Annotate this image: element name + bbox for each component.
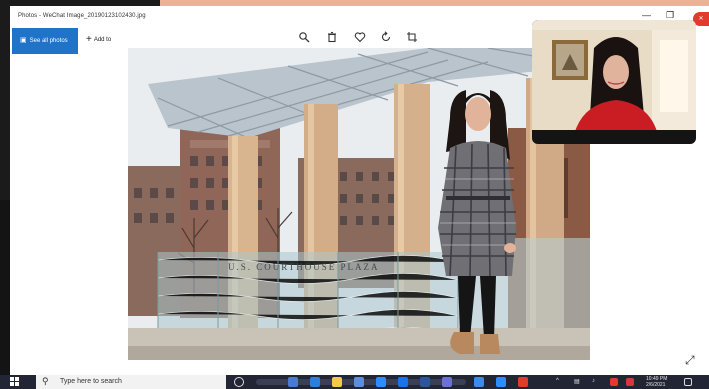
folder-icon[interactable] bbox=[332, 377, 342, 387]
favorite-icon[interactable] bbox=[352, 31, 368, 47]
webcam-video bbox=[532, 20, 696, 144]
search-placeholder: Type here to search bbox=[60, 378, 122, 385]
antivirus-icon[interactable] bbox=[610, 378, 618, 386]
taskbar: ⚲ Type here to search ^ ▤ ♪ 10:49 PM 2/6… bbox=[0, 375, 709, 389]
plaza-sign: U.S. COURTHOUSE PLAZA bbox=[228, 262, 379, 272]
rotate-icon[interactable] bbox=[378, 31, 394, 47]
word-icon[interactable] bbox=[420, 377, 430, 387]
window-title: Photos - WeChat Image_20190123102430.jpg bbox=[18, 13, 146, 19]
taskbar-search-box[interactable]: ⚲ Type here to search bbox=[36, 375, 226, 389]
webcam-overlay bbox=[532, 20, 696, 144]
photo-image: U.S. COURTHOUSE PLAZA bbox=[128, 48, 590, 360]
delete-icon[interactable] bbox=[324, 31, 340, 47]
expand-icon[interactable]: ⤢ bbox=[685, 353, 695, 368]
minimize-icon[interactable]: — bbox=[642, 10, 651, 20]
network-icon[interactable]: ▤ bbox=[574, 378, 580, 385]
mail-icon[interactable] bbox=[398, 377, 408, 387]
tray-app-icon[interactable] bbox=[626, 378, 634, 386]
file-explorer-icon[interactable] bbox=[288, 377, 298, 387]
add-to-label: Add to bbox=[93, 37, 112, 43]
photos-app-icon[interactable] bbox=[474, 377, 484, 387]
store-icon[interactable] bbox=[354, 377, 364, 387]
notification-icon[interactable] bbox=[684, 378, 692, 386]
cortana-icon[interactable] bbox=[234, 377, 244, 387]
teams-icon[interactable] bbox=[442, 377, 452, 387]
zoom-icon[interactable] bbox=[296, 31, 312, 47]
video-app-icon[interactable] bbox=[496, 377, 506, 387]
see-all-label: See all photos bbox=[29, 38, 68, 44]
tray-chevron-icon[interactable]: ^ bbox=[556, 378, 559, 384]
zoom-app-icon[interactable] bbox=[376, 377, 386, 387]
windows-start-icon[interactable] bbox=[10, 377, 20, 387]
volume-icon[interactable]: ♪ bbox=[592, 378, 595, 384]
clock-date: 2/6/2021 bbox=[646, 382, 666, 388]
photos-icon: ▣ bbox=[20, 37, 27, 44]
record-app-icon[interactable] bbox=[518, 377, 528, 387]
crop-icon[interactable] bbox=[404, 31, 420, 47]
add-to-button[interactable]: + Add to bbox=[86, 34, 111, 45]
edge-icon[interactable] bbox=[310, 377, 320, 387]
see-all-photos-button[interactable]: ▣ See all photos bbox=[12, 28, 78, 54]
photo-viewer[interactable]: U.S. COURTHOUSE PLAZA bbox=[128, 48, 590, 360]
plus-icon: + bbox=[86, 34, 92, 45]
search-icon: ⚲ bbox=[42, 376, 49, 386]
